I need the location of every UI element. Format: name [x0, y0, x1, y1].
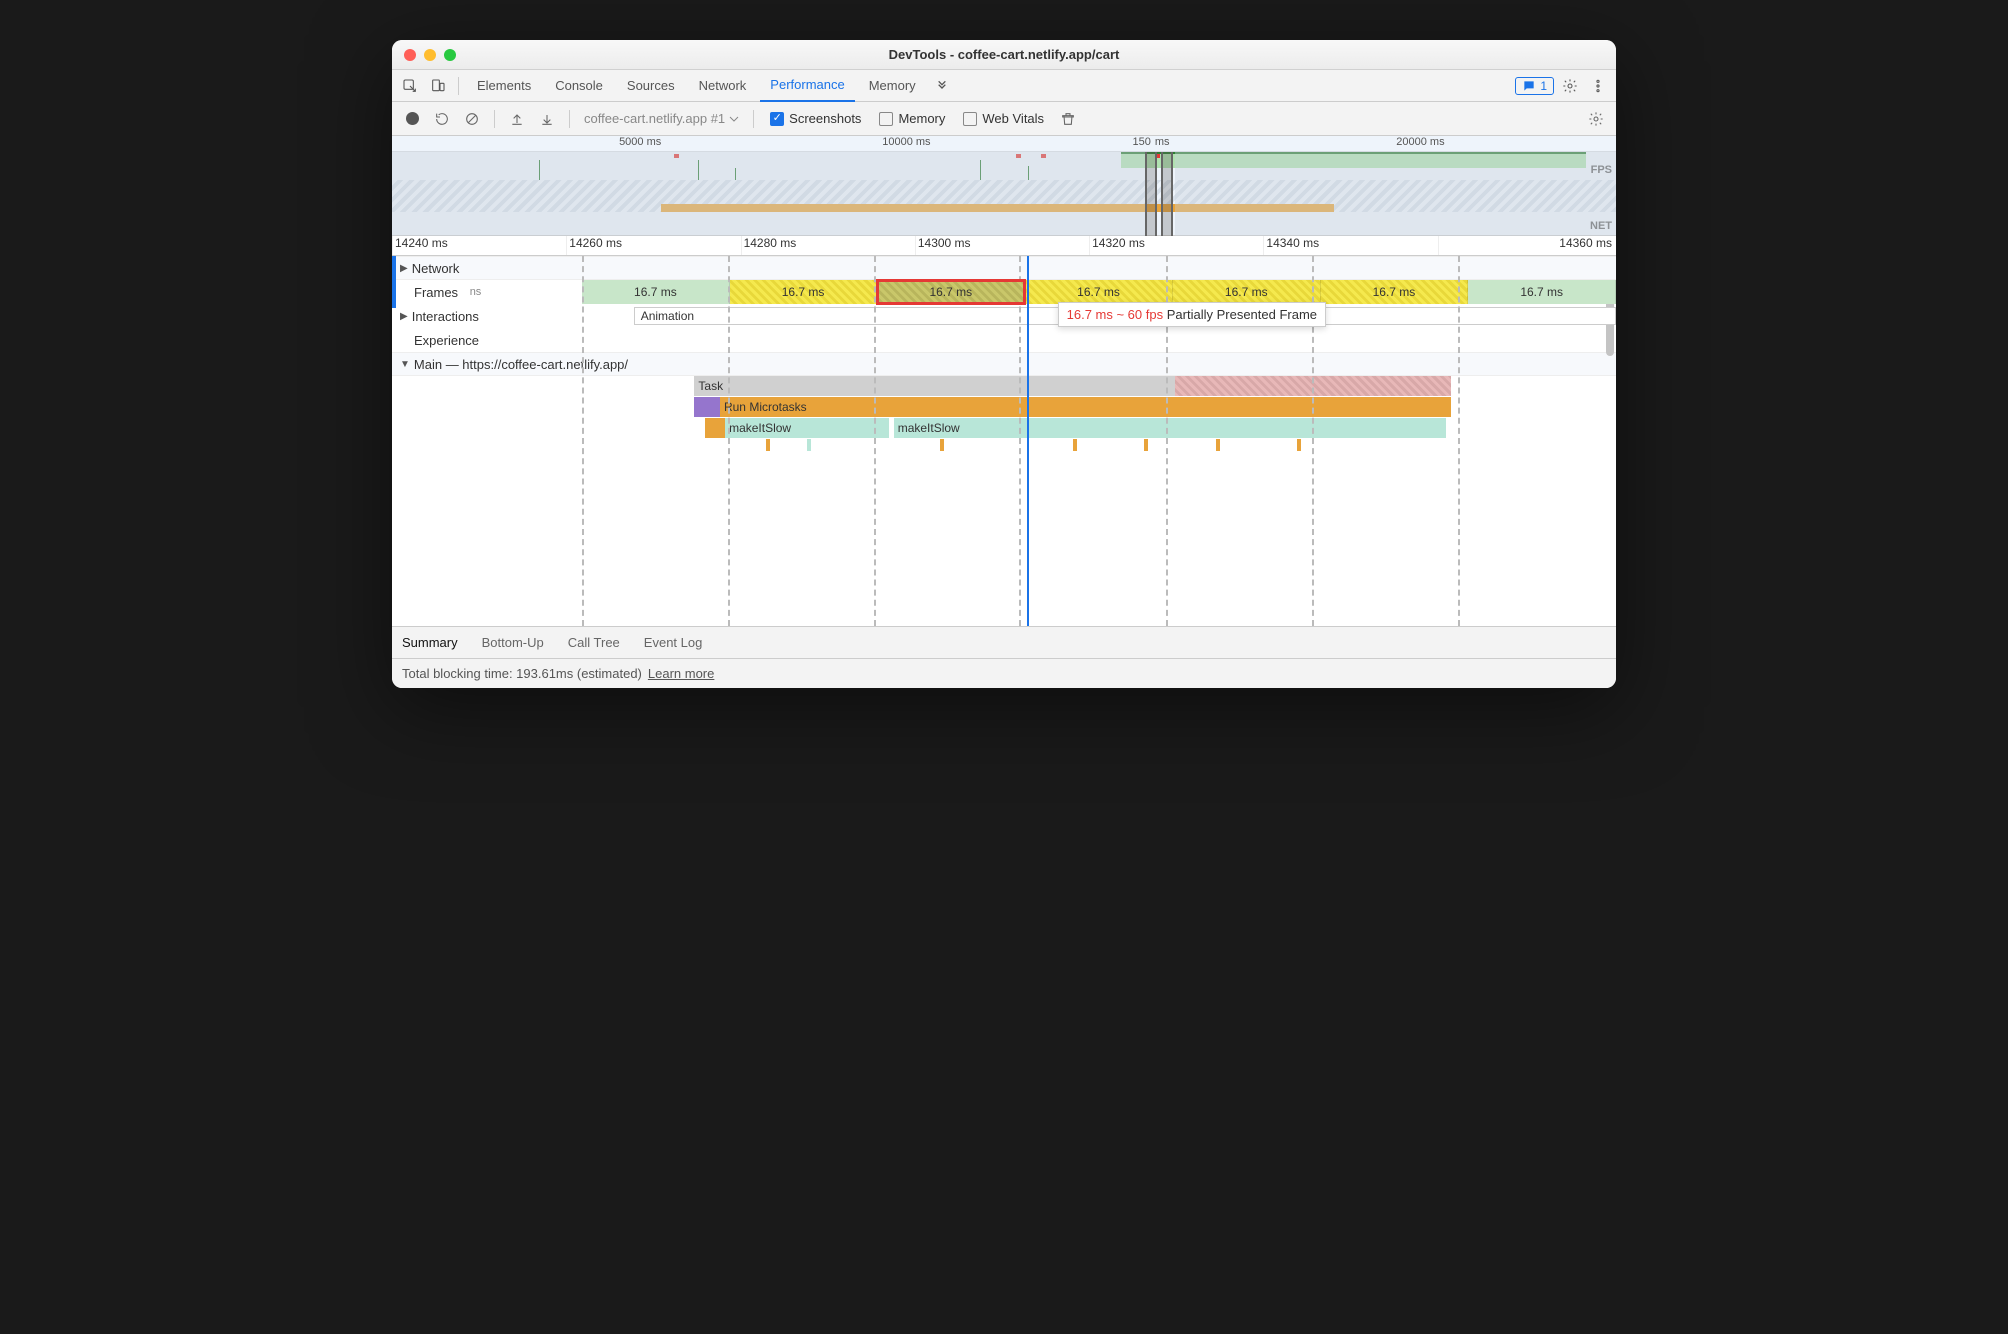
learn-more-link[interactable]: Learn more [648, 666, 714, 681]
tab-call-tree[interactable]: Call Tree [568, 635, 620, 650]
reload-record-icon[interactable] [430, 107, 454, 131]
separator [458, 77, 459, 95]
clear-icon[interactable] [460, 107, 484, 131]
disclosure-triangle-icon: ▼ [400, 359, 410, 370]
tab-elements[interactable]: Elements [467, 70, 541, 102]
frame-cell[interactable]: 16.7 ms [582, 280, 730, 304]
overview-tick: 5000 ms [392, 136, 661, 151]
tab-summary[interactable]: Summary [402, 635, 458, 650]
footer: Total blocking time: 193.61ms (estimated… [392, 658, 1616, 688]
overview-tick: 10000 ms [661, 136, 930, 151]
record-button[interactable] [400, 107, 424, 131]
minimize-window-button[interactable] [424, 49, 436, 61]
upload-icon[interactable] [505, 107, 529, 131]
ruler-tick: 14260 ms [566, 236, 740, 255]
ruler-tick: 14340 ms [1263, 236, 1437, 255]
ruler-tick: 14300 ms [915, 236, 1089, 255]
frame-cell[interactable]: 16.7 ms [1173, 280, 1321, 304]
flame-tick[interactable] [1073, 439, 1077, 451]
flame-tick[interactable] [1144, 439, 1148, 451]
kebab-menu-icon[interactable] [1586, 74, 1610, 98]
separator [753, 110, 754, 128]
track-group-marker [392, 256, 396, 308]
details-tabs: Summary Bottom-Up Call Tree Event Log [392, 626, 1616, 658]
blocking-time-text: Total blocking time: 193.61ms (estimated… [402, 666, 642, 681]
chevron-down-icon [729, 114, 739, 124]
experience-track[interactable]: Experience [392, 328, 1616, 352]
tab-network[interactable]: Network [689, 70, 757, 102]
issues-count: 1 [1540, 79, 1547, 93]
frame-cell[interactable]: 16.7 ms [730, 280, 878, 304]
window-title: DevTools - coffee-cart.netlify.app/cart [392, 47, 1616, 62]
frame-cell[interactable]: 16.7 ms [1468, 280, 1616, 304]
flame-tick[interactable] [807, 439, 811, 451]
detail-ruler[interactable]: 14240 ms 14260 ms 14280 ms 14300 ms 1432… [392, 236, 1616, 256]
network-track-header[interactable]: ▶Network [392, 256, 1616, 280]
flame-chart[interactable]: Task Run Microtasks makeItSlow makeItSlo… [582, 376, 1604, 459]
overview-tick: 20000 ms [1188, 136, 1445, 151]
tracks-area[interactable]: ▶Network Frames ns 16.7 ms 16.7 ms 16.7 … [392, 256, 1616, 626]
ruler-tick: 14280 ms [741, 236, 915, 255]
frame-tooltip: 16.7 ms ~ 60 fps Partially Presented Fra… [1058, 302, 1326, 327]
range-handle-left[interactable] [1145, 152, 1157, 236]
issues-badge[interactable]: 1 [1515, 77, 1554, 95]
frame-cell[interactable]: 16.7 ms [1025, 280, 1173, 304]
flame-tick[interactable] [1297, 439, 1301, 451]
flame-bar[interactable] [705, 418, 725, 438]
ruler-tick: 14320 ms [1089, 236, 1263, 255]
function-bar[interactable]: makeItSlow [894, 418, 1446, 438]
frame-cell-selected[interactable]: 16.7 ms [877, 280, 1025, 304]
frame-cell[interactable]: 16.7 ms [1321, 280, 1469, 304]
timeline-overview[interactable]: 5000 ms 10000 ms 150 ms 20000 ms FPS CPU… [392, 136, 1616, 236]
screenshots-checkbox[interactable]: Screenshots [770, 111, 861, 126]
maximize-window-button[interactable] [444, 49, 456, 61]
recording-label: coffee-cart.netlify.app #1 [584, 111, 725, 126]
garbage-collect-icon[interactable] [1056, 107, 1080, 131]
settings-icon[interactable] [1558, 74, 1582, 98]
close-window-button[interactable] [404, 49, 416, 61]
memory-checkbox[interactable]: Memory [879, 111, 945, 126]
overview-tick: ms [1151, 136, 1188, 151]
inspect-element-icon[interactable] [398, 74, 422, 98]
comment-icon [1522, 79, 1536, 93]
function-bar[interactable]: makeItSlow [725, 418, 889, 438]
microtasks-bar[interactable]: Run Microtasks [720, 397, 1451, 417]
long-task-bar[interactable] [1175, 376, 1451, 396]
ruler-tick: 14240 ms [392, 236, 566, 255]
separator [494, 110, 495, 128]
flame-tick[interactable] [940, 439, 944, 451]
titlebar: DevTools - coffee-cart.netlify.app/cart [392, 40, 1616, 70]
tab-event-log[interactable]: Event Log [644, 635, 703, 650]
disclosure-triangle-icon: ▶ [400, 311, 408, 322]
devtools-window: DevTools - coffee-cart.netlify.app/cart … [392, 40, 1616, 688]
range-handle-right[interactable] [1161, 152, 1173, 236]
perf-toolbar: coffee-cart.netlify.app #1 Screenshots M… [392, 102, 1616, 136]
flame-bar[interactable] [694, 397, 720, 417]
recording-select[interactable]: coffee-cart.netlify.app #1 [580, 111, 743, 126]
flame-tick[interactable] [766, 439, 770, 451]
tab-memory[interactable]: Memory [859, 70, 926, 102]
download-icon[interactable] [535, 107, 559, 131]
tab-performance[interactable]: Performance [760, 70, 854, 102]
main-tabbar: Elements Console Sources Network Perform… [392, 70, 1616, 102]
interactions-track[interactable]: ▶Interactions Animation 16.7 ms ~ 60 fps… [392, 304, 1616, 328]
device-toolbar-icon[interactable] [426, 74, 450, 98]
main-track-header[interactable]: ▼Main — https://coffee-cart.netlify.app/ [392, 352, 1616, 376]
more-tabs-icon[interactable] [930, 74, 954, 98]
webvitals-checkbox[interactable]: Web Vitals [963, 111, 1044, 126]
overview-tick: 150 [931, 136, 1151, 151]
capture-settings-icon[interactable] [1584, 107, 1608, 131]
tab-bottom-up[interactable]: Bottom-Up [482, 635, 544, 650]
disclosure-triangle-icon: ▶ [400, 263, 408, 274]
window-controls [392, 49, 456, 61]
flame-tick[interactable] [1216, 439, 1220, 451]
tab-sources[interactable]: Sources [617, 70, 685, 102]
separator [569, 110, 570, 128]
frames-track[interactable]: Frames ns 16.7 ms 16.7 ms 16.7 ms 16.7 m… [392, 280, 1616, 304]
tab-console[interactable]: Console [545, 70, 613, 102]
